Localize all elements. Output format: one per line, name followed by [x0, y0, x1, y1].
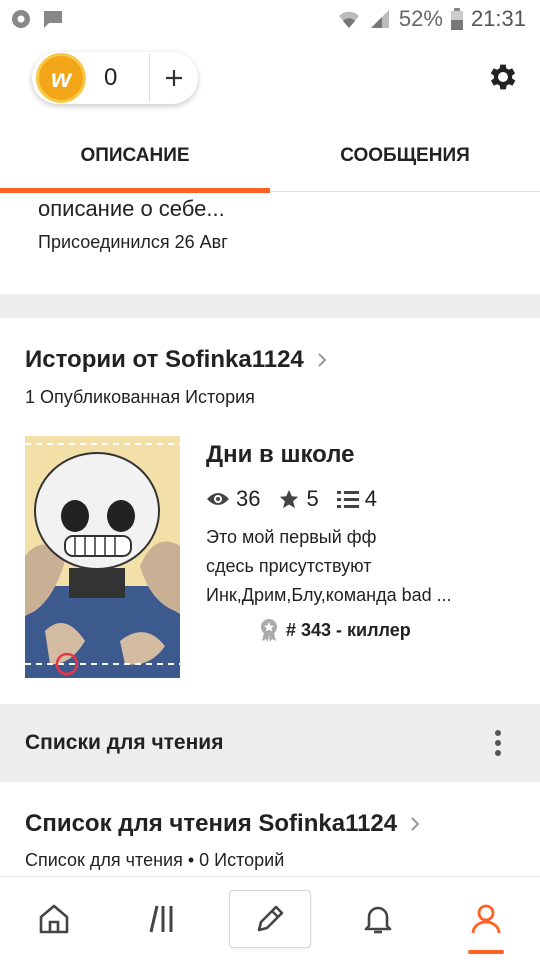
- tab-messages[interactable]: СООБЩЕНИЯ: [270, 120, 540, 192]
- tab-description[interactable]: ОПИСАНИЕ: [0, 120, 270, 193]
- battery-icon: [450, 8, 463, 30]
- rank-label: # 343 - киллер: [286, 619, 411, 640]
- chevron-right-icon: [318, 353, 327, 367]
- top-bar: w 0: [0, 38, 540, 120]
- coins-pill[interactable]: w 0: [32, 52, 198, 104]
- profile-tabs: ОПИСАНИЕ СООБЩЕНИЯ: [0, 120, 540, 193]
- reading-list-subtitle: Список для чтения • 0 Историй: [25, 850, 285, 870]
- story-description: Это мой первый фф сдесь присутствуют Инк…: [206, 523, 491, 610]
- signal-icon: [370, 10, 389, 28]
- story-title[interactable]: Дни в школе: [206, 441, 354, 469]
- battery-percent: 52%: [398, 6, 443, 31]
- message-icon: [44, 11, 62, 28]
- reading-list-header[interactable]: Список для чтения Sofinka1124: [25, 810, 421, 838]
- reading-lists-header: Списки для чтения: [0, 704, 540, 782]
- stories-count: 1 Опубликованная История: [25, 387, 255, 407]
- story-description-line: Это мой первый фф: [206, 527, 377, 547]
- active-tab-indicator: [468, 950, 504, 954]
- add-coins-button[interactable]: [150, 52, 198, 104]
- reading-lists-label: Списки для чтения: [25, 731, 224, 754]
- story-cover-image[interactable]: [25, 436, 180, 678]
- vote-count: 5: [306, 486, 319, 511]
- rank-badge-icon: [261, 619, 277, 642]
- nav-notifications[interactable]: [324, 877, 432, 960]
- story-description-line: сдесь присутствуют: [206, 556, 372, 576]
- reading-list-title: Список для чтения Sofinka1124: [25, 810, 398, 837]
- pencil-icon: [257, 905, 284, 932]
- stories-title: Истории от Sofinka1124: [25, 346, 304, 373]
- status-bar: 52% 21:31: [0, 0, 540, 38]
- joined-date: Присоединился 26 Авг: [38, 232, 228, 252]
- profile-icon: [471, 904, 501, 934]
- clock: 21:31: [470, 6, 526, 31]
- plus-icon: [166, 70, 182, 86]
- story-rank: # 343 - киллер: [258, 618, 411, 642]
- chevron-right-icon: [411, 817, 420, 831]
- nav-write[interactable]: [216, 877, 324, 960]
- stories-section-header[interactable]: Истории от Sofinka1124: [25, 346, 328, 374]
- nav-home[interactable]: [0, 877, 108, 960]
- bottom-navigation: [0, 876, 540, 960]
- eye-icon: [207, 493, 229, 505]
- list-icon: [336, 491, 359, 508]
- settings-gear-icon[interactable]: [486, 60, 520, 94]
- part-count: 4: [364, 486, 377, 511]
- bell-icon: [364, 906, 392, 934]
- about-description: описание о себе...: [38, 196, 225, 221]
- home-icon: [39, 904, 69, 934]
- notification-settings-icon: [12, 10, 30, 28]
- star-icon: [280, 489, 299, 509]
- more-options-icon[interactable]: [488, 728, 508, 758]
- coin-icon: w: [36, 53, 86, 103]
- view-count: 36: [236, 486, 261, 511]
- wifi-icon: [338, 11, 359, 28]
- nav-profile[interactable]: [432, 877, 540, 960]
- section-separator: [0, 294, 540, 318]
- nav-library[interactable]: [108, 877, 216, 960]
- story-stats: 36 5 4: [206, 486, 389, 512]
- story-description-line: Инк,Дрим,Блу,команда bad ...: [206, 585, 452, 605]
- library-icon: [149, 905, 173, 933]
- coin-count: 0: [104, 64, 118, 91]
